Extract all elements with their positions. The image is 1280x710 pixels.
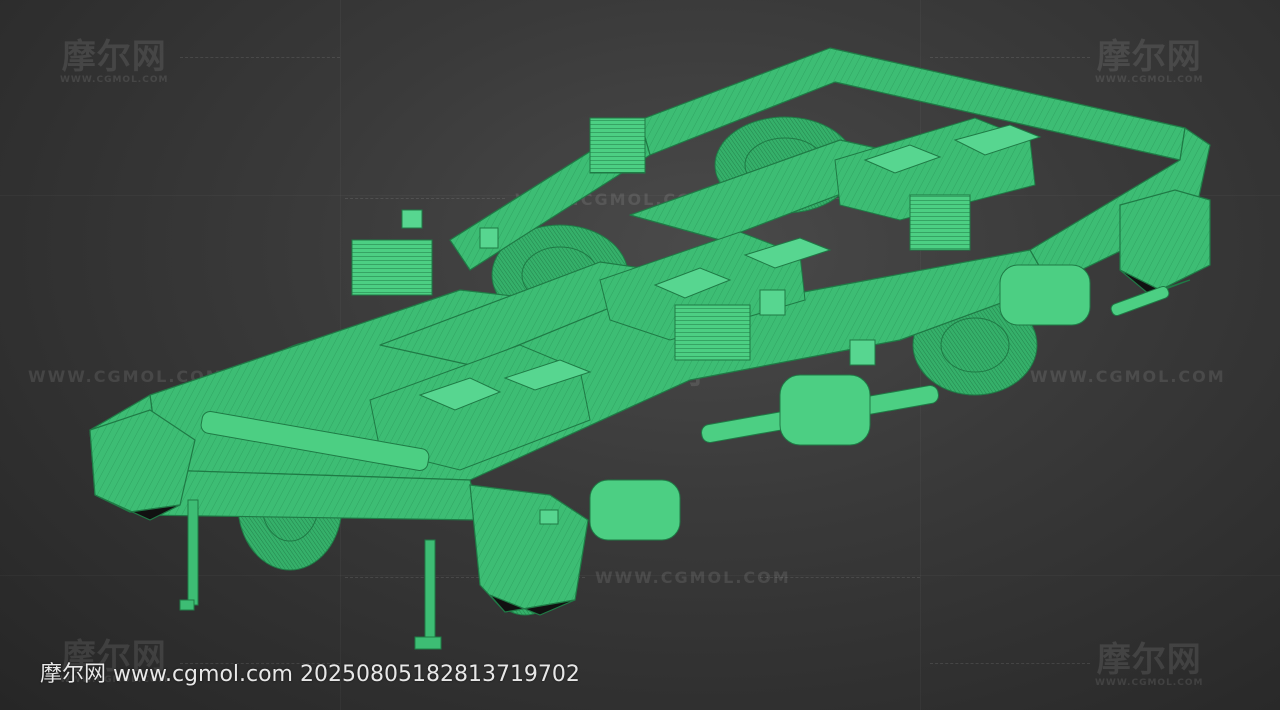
3d-viewport: 摩尔网 WWW.CGMOL.COM 摩尔网 WWW.CGMOL.COM 摩尔网 …: [0, 0, 1280, 710]
image-caption: 摩尔网 www.cgmol.com 20250805182813719702: [40, 662, 580, 687]
bogie-3d-model: [89, 47, 1211, 650]
